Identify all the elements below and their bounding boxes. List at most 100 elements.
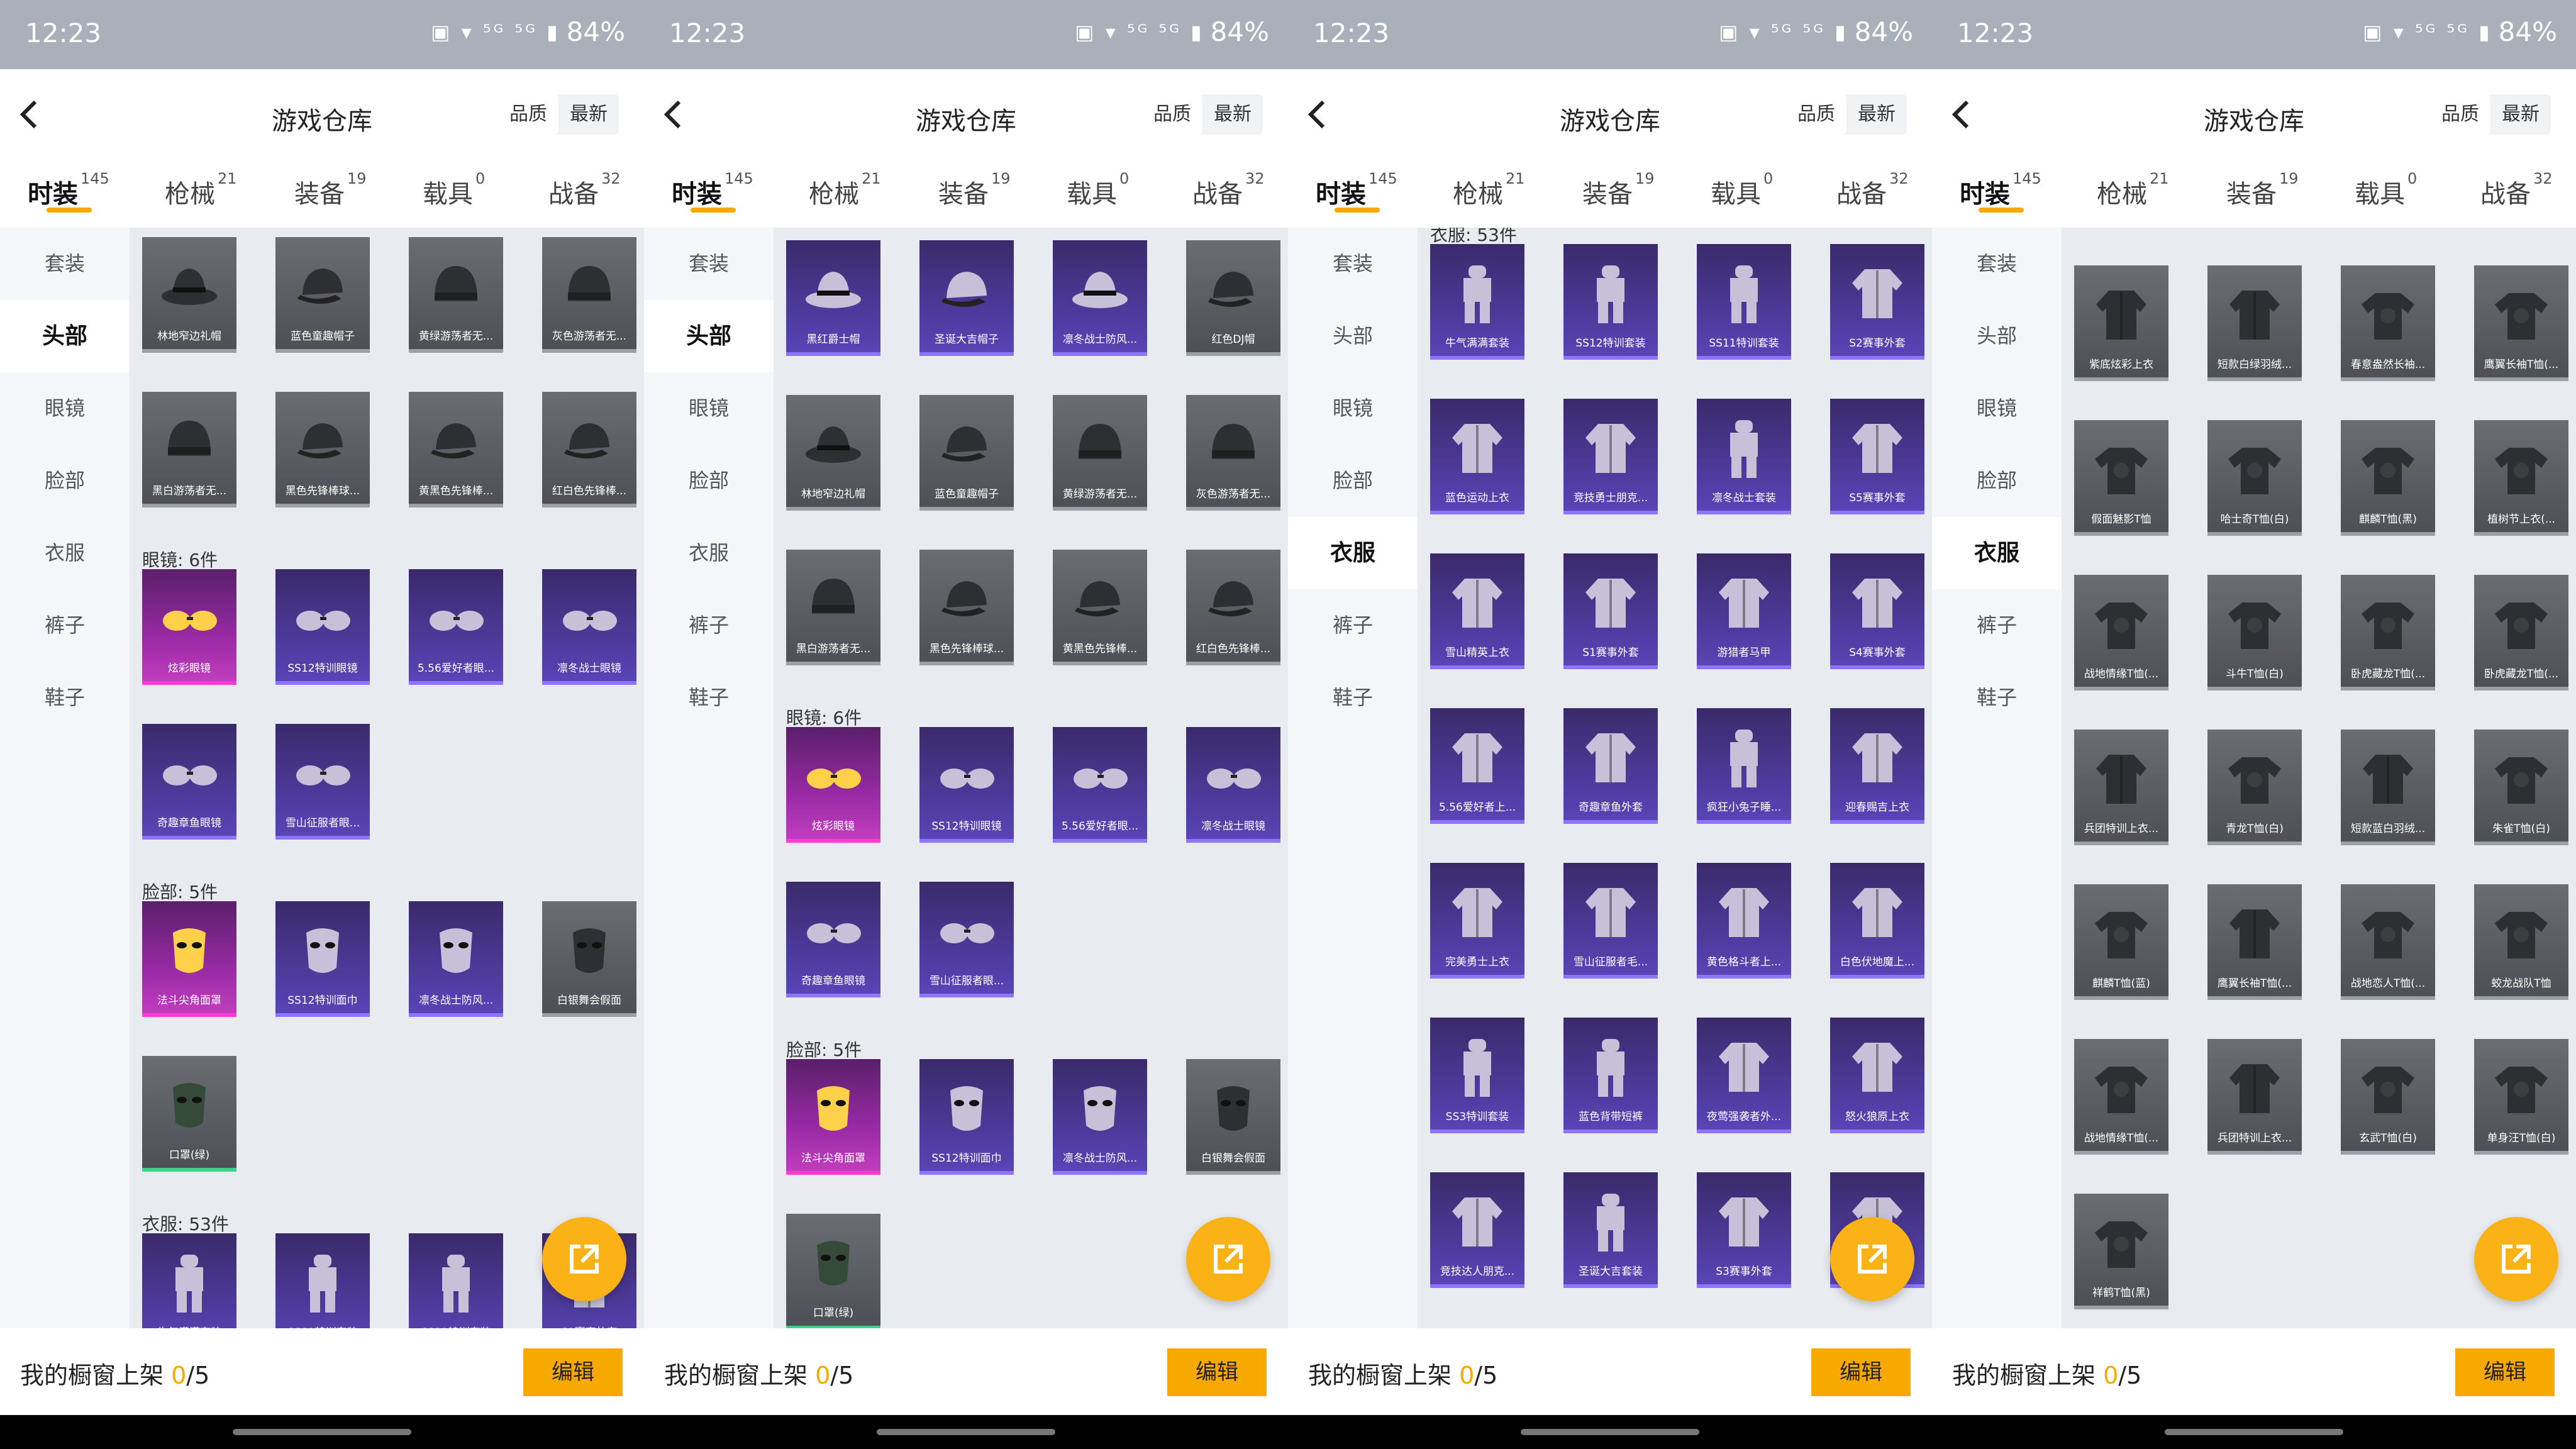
sort-quality-button[interactable]: 品质 — [1142, 94, 1202, 135]
item-tile[interactable]: 战地情缘T恤(... — [2074, 575, 2168, 691]
tab-1[interactable]: 时装145 — [28, 170, 109, 210]
sidebar-item-5[interactable]: 衣服 — [1932, 517, 2062, 589]
item-tile[interactable]: 凛冬战士防风... — [1053, 240, 1147, 356]
item-tile[interactable]: 疯狂小兔子睡... — [1697, 708, 1791, 824]
share-fab-button[interactable] — [1830, 1217, 1914, 1301]
sort-quality-button[interactable]: 品质 — [2430, 94, 2490, 135]
item-tile[interactable]: 牛气满满套装 — [1430, 244, 1524, 360]
sidebar-item-2[interactable]: 头部 — [1288, 300, 1418, 372]
item-tile[interactable]: 红白色先锋棒... — [1186, 550, 1280, 665]
tab-5[interactable]: 战备32 — [2480, 170, 2553, 210]
tab-4[interactable]: 载具0 — [1711, 170, 1773, 210]
home-indicator[interactable] — [233, 1429, 411, 1435]
home-indicator[interactable] — [1521, 1429, 1699, 1435]
sort-quality-button[interactable]: 品质 — [1786, 94, 1846, 135]
item-tile[interactable]: SS12特训眼镜 — [919, 727, 1014, 843]
item-tile[interactable]: 祥鹤T恤(黑) — [2074, 1194, 2168, 1309]
item-tile[interactable]: 蓝色背带短裤 — [1563, 1018, 1658, 1133]
sidebar-item-6[interactable]: 裤子 — [0, 589, 130, 662]
item-tile[interactable]: 圣诞大吉套装 — [1563, 1172, 1658, 1288]
item-tile[interactable]: 白银舞会假面 — [542, 901, 636, 1017]
edit-button[interactable]: 编辑 — [1811, 1348, 1911, 1396]
item-tile[interactable]: 奇趣章鱼外套 — [1563, 708, 1658, 824]
sidebar-item-1[interactable]: 套装 — [644, 228, 774, 300]
item-tile[interactable]: 春意盎然长袖... — [2341, 265, 2435, 381]
sort-toggle[interactable]: 品质 最新 — [2430, 94, 2551, 135]
item-tile[interactable]: 玄武T恤(白) — [2341, 1039, 2435, 1155]
item-tile[interactable]: 麒麟T恤(蓝) — [2074, 884, 2168, 1000]
tab-3[interactable]: 装备19 — [938, 170, 1011, 210]
item-tile[interactable]: 凛冬战士防风... — [1053, 1059, 1147, 1175]
item-tile[interactable]: 完美勇士上衣 — [1430, 863, 1524, 979]
sidebar-item-2[interactable]: 头部 — [0, 300, 130, 372]
item-tile[interactable]: 卧虎藏龙T恤(... — [2474, 575, 2568, 691]
item-tile[interactable]: 夜莺强袭者外... — [1697, 1018, 1791, 1133]
item-tile[interactable]: 蛟龙战队T恤 — [2474, 884, 2568, 1000]
item-tile[interactable]: 紫底炫彩上衣 — [2074, 265, 2168, 381]
item-tile[interactable]: 蓝色童趣帽子 — [275, 237, 370, 353]
item-tile[interactable]: 雪山征服者眼... — [275, 724, 370, 840]
sidebar-item-5[interactable]: 衣服 — [0, 517, 130, 589]
sidebar-item-2[interactable]: 头部 — [644, 300, 774, 372]
share-fab-button[interactable] — [1186, 1217, 1270, 1301]
item-tile[interactable]: 红色DJ帽 — [1186, 240, 1280, 356]
sidebar-item-6[interactable]: 裤子 — [1288, 589, 1418, 662]
home-indicator[interactable] — [877, 1429, 1055, 1435]
sidebar-item-7[interactable]: 鞋子 — [0, 662, 130, 734]
sidebar-item-7[interactable]: 鞋子 — [1288, 662, 1418, 734]
sort-quality-button[interactable]: 品质 — [498, 94, 558, 135]
sort-toggle[interactable]: 品质 最新 — [1142, 94, 1263, 135]
home-indicator[interactable] — [2165, 1429, 2343, 1435]
item-tile[interactable]: 单身汪T恤(白) — [2474, 1039, 2568, 1155]
sidebar-item-4[interactable]: 脸部 — [1288, 445, 1418, 517]
sidebar-item-1[interactable]: 套装 — [1932, 228, 2062, 300]
sidebar-item-5[interactable]: 衣服 — [1288, 517, 1418, 589]
item-tile[interactable]: 迎春赐吉上衣 — [1830, 708, 1924, 824]
sidebar-item-1[interactable]: 套装 — [0, 228, 130, 300]
tab-5[interactable]: 战备32 — [1192, 170, 1265, 210]
item-tile[interactable]: 雪山征服者眼... — [919, 882, 1014, 997]
item-tile[interactable]: 黑色先锋棒球... — [919, 550, 1014, 665]
item-tile[interactable]: 竞技达人朋克... — [1430, 1172, 1524, 1288]
item-tile[interactable]: 黑白游荡者无... — [142, 392, 236, 508]
item-tile[interactable]: 怒火狼原上衣 — [1830, 1018, 1924, 1133]
item-tile[interactable]: 游猎者马甲 — [1697, 553, 1791, 669]
item-tile[interactable]: SS12特训面巾 — [275, 901, 370, 1017]
item-tile[interactable]: 5.56爱好者上... — [1430, 708, 1524, 824]
item-tile[interactable]: 白色伏地魔上... — [1830, 863, 1924, 979]
item-tile[interactable]: S1赛事外套 — [1563, 553, 1658, 669]
sidebar-item-4[interactable]: 脸部 — [0, 445, 130, 517]
edit-button[interactable]: 编辑 — [523, 1348, 623, 1396]
item-tile[interactable]: 红白色先锋棒... — [542, 392, 636, 508]
item-tile[interactable]: 灰色游荡者无... — [1186, 395, 1280, 511]
sidebar-item-7[interactable]: 鞋子 — [644, 662, 774, 734]
item-tile[interactable]: 奇趣章鱼眼镜 — [142, 724, 236, 840]
tab-3[interactable]: 装备19 — [1582, 170, 1655, 210]
item-tile[interactable]: S5赛事外套 — [1830, 399, 1924, 514]
tab-5[interactable]: 战备32 — [548, 170, 621, 210]
item-tile[interactable]: 朱雀T恤(白) — [2474, 730, 2568, 845]
item-tile[interactable]: 林地窄边礼帽 — [142, 237, 236, 353]
sidebar-item-5[interactable]: 衣服 — [644, 517, 774, 589]
tab-2[interactable]: 枪械21 — [1453, 170, 1525, 210]
item-tile[interactable]: 凛冬战士套装 — [1697, 399, 1791, 514]
item-tile[interactable]: 牛气满满套装 — [142, 1233, 236, 1328]
tab-1[interactable]: 时装145 — [672, 170, 753, 210]
tab-5[interactable]: 战备32 — [1836, 170, 1909, 210]
sidebar-item-3[interactable]: 眼镜 — [644, 372, 774, 445]
item-tile[interactable]: 黑白游荡者无... — [786, 550, 880, 665]
item-tile[interactable]: S4赛事外套 — [1830, 553, 1924, 669]
sidebar-item-7[interactable]: 鞋子 — [1932, 662, 2062, 734]
item-tile[interactable]: 黄黑色先锋棒... — [1053, 550, 1147, 665]
tab-3[interactable]: 装备19 — [294, 170, 367, 210]
item-tile[interactable]: 雪山精英上衣 — [1430, 553, 1524, 669]
item-tile[interactable]: 圣诞大吉帽子 — [919, 240, 1014, 356]
item-tile[interactable]: 5.56爱好者眼... — [409, 569, 503, 685]
item-tile[interactable]: 法斗尖角面罩 — [142, 901, 236, 1017]
tab-1[interactable]: 时装145 — [1960, 170, 2041, 210]
item-tile[interactable]: 雪山征服者毛... — [1563, 863, 1658, 979]
item-tile[interactable]: SS12特训套装 — [275, 1233, 370, 1328]
item-tile[interactable]: 植树节上衣(... — [2474, 420, 2568, 536]
item-tile[interactable]: 竞技勇士朋克... — [1563, 399, 1658, 514]
item-tile[interactable]: 炫彩眼镜 — [786, 727, 880, 843]
